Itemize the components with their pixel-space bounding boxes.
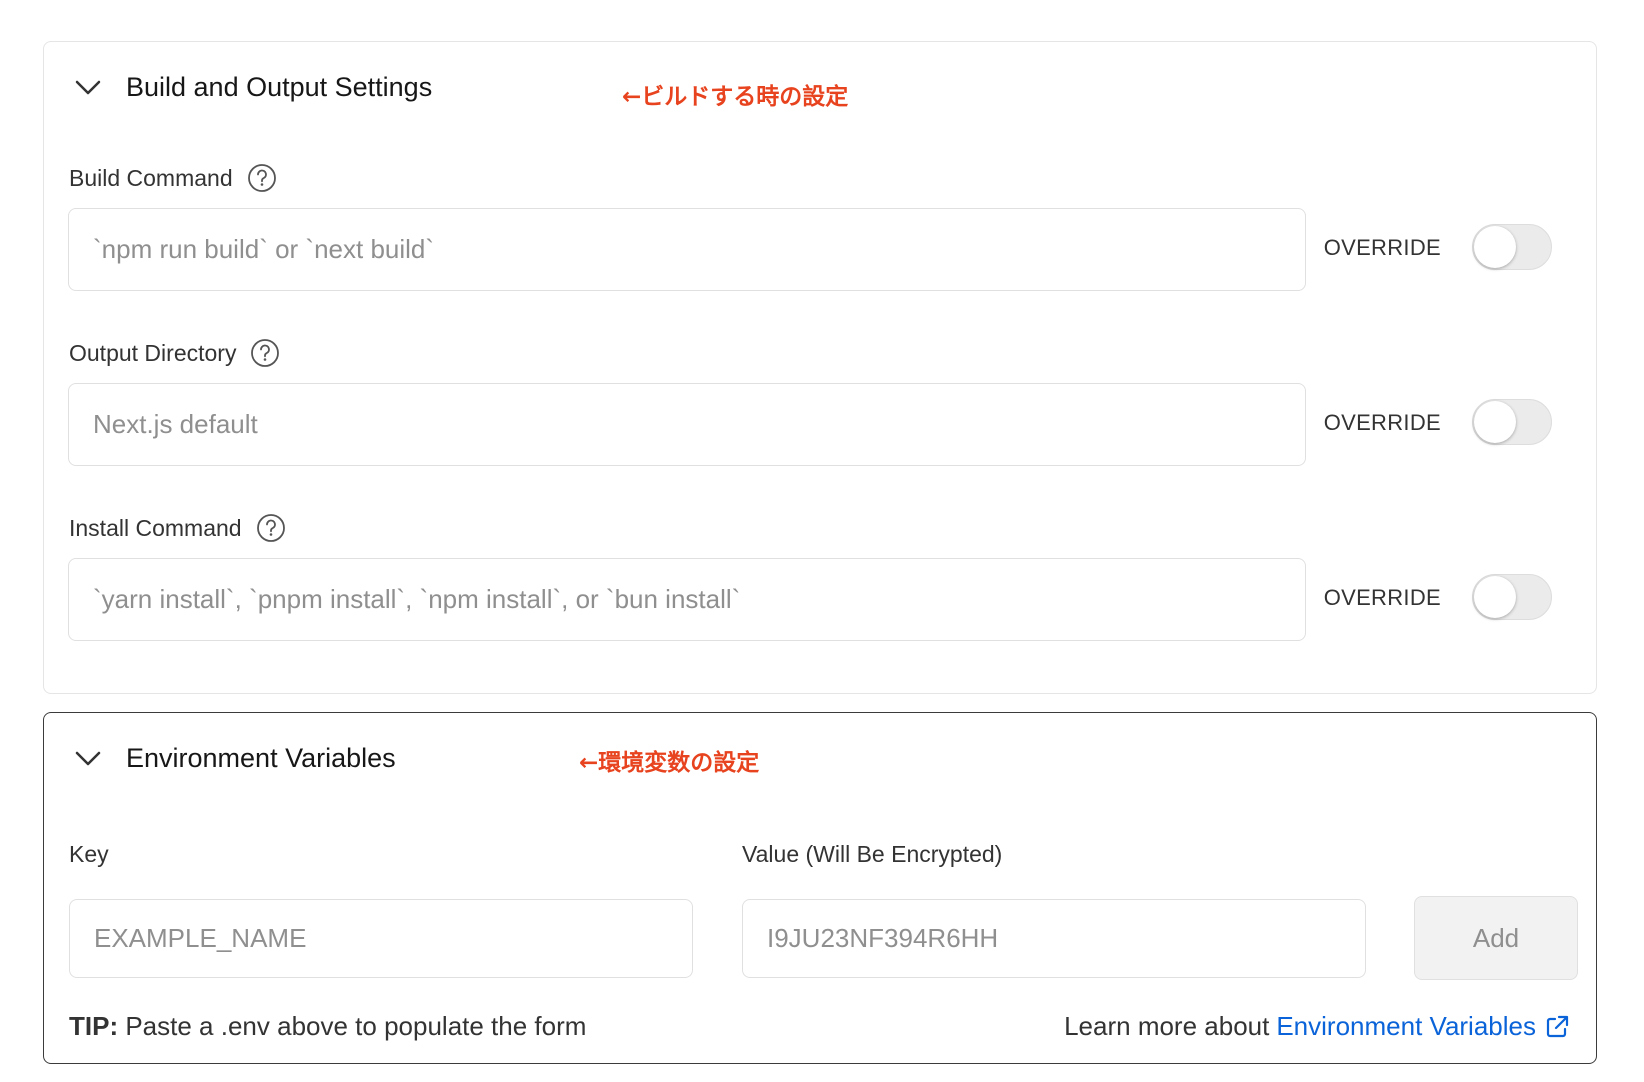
build-command-override-toggle[interactable]: [1472, 224, 1552, 270]
install-command-input[interactable]: [68, 558, 1306, 641]
build-command-label: Build Command: [69, 163, 277, 193]
chevron-down-icon[interactable]: [74, 74, 102, 102]
build-annotation: ←ビルドする時の設定: [622, 84, 849, 110]
environment-variables-panel: Environment Variables ←環境変数の設定 Key Value…: [43, 712, 1597, 1064]
install-command-override-label: OVERRIDE: [1323, 585, 1441, 610]
help-circle-icon[interactable]: [256, 513, 286, 543]
help-circle-icon[interactable]: [247, 163, 277, 193]
toggle-knob: [1474, 226, 1516, 268]
environment-variables-link[interactable]: Environment Variables: [1276, 1011, 1536, 1042]
output-directory-label-text: Output Directory: [69, 339, 237, 366]
install-command-label-text: Install Command: [69, 514, 242, 541]
build-section-title: Build and Output Settings: [126, 72, 433, 102]
env-section-title: Environment Variables: [126, 743, 396, 773]
help-circle-icon[interactable]: [250, 338, 280, 368]
output-directory-input[interactable]: [68, 383, 1306, 466]
env-key-input[interactable]: [69, 899, 693, 978]
output-directory-override-label: OVERRIDE: [1323, 410, 1441, 435]
output-directory-override-toggle[interactable]: [1472, 399, 1552, 445]
tip-prefix: TIP:: [69, 1011, 119, 1041]
build-command-label-text: Build Command: [69, 164, 233, 191]
build-section-header[interactable]: Build and Output Settings: [74, 72, 432, 103]
learn-more: Learn more about Environment Variables: [1064, 1011, 1570, 1042]
toggle-knob: [1474, 401, 1516, 443]
build-command-input[interactable]: [68, 208, 1306, 291]
env-annotation: ←環境変数の設定: [579, 750, 760, 776]
key-label: Key: [69, 841, 109, 867]
build-output-settings-panel: Build and Output Settings ←ビルドする時の設定 Bui…: [43, 41, 1597, 694]
env-value-input[interactable]: [742, 899, 1366, 978]
build-command-override-label: OVERRIDE: [1323, 235, 1441, 260]
tip-message: Paste a .env above to populate the form: [125, 1011, 587, 1041]
install-command-label: Install Command: [69, 513, 286, 543]
toggle-knob: [1474, 576, 1516, 618]
output-directory-label: Output Directory: [69, 338, 280, 368]
add-button[interactable]: Add: [1414, 896, 1578, 980]
external-link-icon[interactable]: [1544, 1014, 1570, 1040]
value-label: Value (Will Be Encrypted): [742, 841, 1003, 867]
env-section-header[interactable]: Environment Variables: [74, 743, 396, 774]
chevron-down-icon[interactable]: [74, 745, 102, 773]
tip-text: TIP: Paste a .env above to populate the …: [69, 1011, 586, 1042]
learn-more-text: Learn more about: [1064, 1011, 1270, 1041]
install-command-override-toggle[interactable]: [1472, 574, 1552, 620]
